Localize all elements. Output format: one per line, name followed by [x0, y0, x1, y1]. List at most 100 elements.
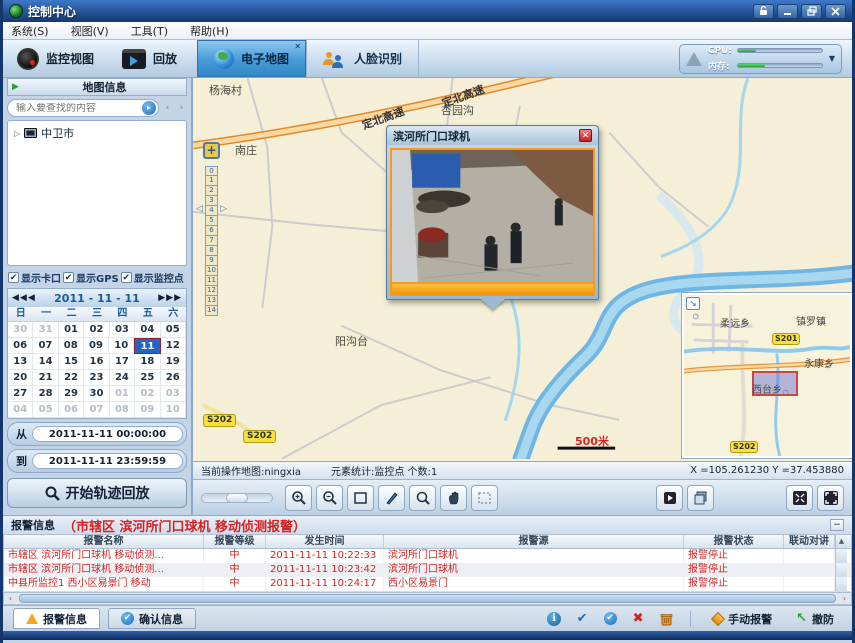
next-year-button[interactable]: ▶▶	[166, 293, 182, 303]
dashed-rect-button[interactable]	[471, 485, 498, 511]
layer-checkbox-0[interactable]: ✔显示卡口	[8, 270, 61, 285]
next-month-button[interactable]: ▶	[158, 293, 166, 303]
calendar-day[interactable]: 26	[161, 370, 186, 386]
chevron-down-icon[interactable]: ▼	[829, 54, 835, 63]
map-info-header[interactable]: ▶ 地图信息	[7, 78, 187, 96]
table-vscrollbar-track[interactable]	[835, 577, 847, 591]
fullscreen-button[interactable]	[817, 485, 844, 511]
overview-minimap[interactable]: ↘ 柔远乡镇罗镇永康乡西台乡S201S202	[682, 293, 852, 458]
calendar-day[interactable]: 29	[59, 386, 84, 402]
prev-month-button[interactable]: ◀	[28, 293, 36, 303]
zoom-area-button[interactable]	[409, 485, 436, 511]
minimize-button[interactable]	[777, 4, 798, 19]
from-datetime-input[interactable]	[32, 426, 183, 442]
tab-close-icon[interactable]: ✕	[294, 43, 301, 51]
collapse-arrow-icon[interactable]: ▶	[12, 82, 19, 92]
to-datetime-input[interactable]	[32, 453, 183, 469]
close-button[interactable]	[825, 4, 846, 19]
zoom-level-13[interactable]: 13	[205, 296, 218, 306]
map-canvas[interactable]: 杨海村定北高速定北高速杏园沟南庄阳沟台S202S202 + 0123456789…	[193, 78, 852, 462]
tab-confirm-info[interactable]: ✔ 确认信息	[108, 608, 196, 629]
zoom-level-ladder[interactable]: 01234567891011121314	[205, 166, 218, 316]
calendar-day[interactable]: 13	[8, 354, 33, 370]
popup-title-bar[interactable]: 滨河所门口球机 ✕	[387, 126, 598, 145]
zoom-level-9[interactable]: 9	[205, 256, 218, 266]
calendar-day[interactable]: 18	[135, 354, 160, 370]
menu-item-3[interactable]: 帮助(H)	[190, 23, 229, 39]
column-header-3[interactable]: 报警源	[384, 535, 684, 548]
calendar-day[interactable]: 25	[135, 370, 160, 386]
clear-all-button[interactable]	[656, 610, 676, 628]
calendar-day[interactable]: 24	[110, 370, 135, 386]
menu-item-2[interactable]: 工具(T)	[131, 23, 168, 39]
calendar-day[interactable]: 31	[33, 322, 58, 338]
calendar-day[interactable]: 04	[8, 402, 33, 418]
table-vscrollbar[interactable]: ▲	[835, 535, 847, 548]
menu-item-1[interactable]: 视图(V)	[71, 23, 109, 39]
calendar-day[interactable]: 06	[59, 402, 84, 418]
confirm-all-button[interactable]: ✔	[600, 610, 620, 628]
tree-item-city[interactable]: ▷ 中卫市	[14, 125, 180, 141]
alarm-table-hscrollbar[interactable]: ‹ ›	[3, 592, 852, 605]
layer-checkbox-1[interactable]: ✔显示GPS	[63, 270, 119, 285]
table-row[interactable]: 中县所监控1 西小区易景门 移动中2011-11-11 10:24:17西小区易…	[4, 577, 851, 591]
layers-button[interactable]	[687, 485, 714, 511]
rect-select-button[interactable]	[347, 485, 374, 511]
zoom-slider[interactable]	[201, 493, 273, 503]
alarm-panel-minimize-button[interactable]: −	[830, 519, 844, 531]
tab-electronic-map[interactable]: 电子地图✕	[197, 40, 306, 77]
calendar-day[interactable]: 04	[135, 322, 160, 338]
calendar-day[interactable]: 03	[161, 386, 186, 402]
search-go-icon[interactable]: ▸	[142, 101, 156, 115]
column-header-5[interactable]: 联动对讲	[784, 535, 835, 548]
play-layer-button[interactable]	[656, 485, 683, 511]
checkbox-icon[interactable]: ✔	[8, 272, 19, 283]
calendar-day[interactable]: 02	[135, 386, 160, 402]
zoom-level-1[interactable]: 1	[205, 176, 218, 186]
calendar-day[interactable]: 23	[84, 370, 109, 386]
calendar-day[interactable]: 08	[59, 338, 84, 354]
column-header-2[interactable]: 发生时间	[266, 535, 384, 548]
checkbox-icon[interactable]: ✔	[63, 272, 74, 283]
table-vscrollbar-track[interactable]	[835, 549, 847, 563]
calendar-day[interactable]: 22	[59, 370, 84, 386]
zoom-level-11[interactable]: 11	[205, 276, 218, 286]
calendar-day[interactable]: 07	[84, 402, 109, 418]
calendar-day[interactable]: 03	[110, 322, 135, 338]
calendar-day[interactable]: 08	[110, 402, 135, 418]
zoom-level-4[interactable]: 4	[205, 206, 218, 216]
calendar-day[interactable]: 10	[161, 402, 186, 418]
menu-item-0[interactable]: 系统(S)	[11, 23, 49, 39]
calendar-day[interactable]: 30	[8, 322, 33, 338]
search-prev-button[interactable]: ‹	[162, 101, 173, 115]
zoom-level-12[interactable]: 12	[205, 286, 218, 296]
column-header-0[interactable]: 报警名称	[4, 535, 204, 548]
zoom-slider-thumb[interactable]	[226, 493, 248, 503]
scroll-left-icon[interactable]: ‹	[4, 594, 17, 603]
calendar-day[interactable]: 28	[33, 386, 58, 402]
table-row[interactable]: 市辖区 滨河所门口球机 移动侦测...中2011-11-11 10:23:42滨…	[4, 563, 851, 577]
popup-control-bar[interactable]	[392, 282, 593, 294]
fit-view-button[interactable]	[786, 485, 813, 511]
calendar-day[interactable]: 05	[33, 402, 58, 418]
scroll-right-icon[interactable]: ›	[838, 594, 851, 603]
start-track-playback-button[interactable]: 开始轨迹回放	[7, 478, 187, 508]
popup-close-icon[interactable]: ✕	[579, 129, 592, 142]
calendar-day[interactable]: 30	[84, 386, 109, 402]
zoom-level-3[interactable]: 3	[205, 196, 218, 206]
checkbox-icon[interactable]: ✔	[121, 272, 132, 283]
tab-face-recognition[interactable]: 人脸识别	[306, 40, 419, 77]
monitor-view-button[interactable]: 监控视图	[3, 40, 108, 77]
calendar-day[interactable]: 02	[84, 322, 109, 338]
prev-year-button[interactable]: ◀◀	[12, 293, 28, 303]
confirm-alarm-button[interactable]: ✔	[572, 610, 592, 628]
calendar-day[interactable]: 10	[109, 338, 134, 354]
zoom-out-button[interactable]	[316, 485, 343, 511]
search-next-button[interactable]: ›	[176, 101, 187, 115]
zoom-level-14[interactable]: 14	[205, 306, 218, 316]
disarm-button[interactable]: ↖ 撤防	[788, 611, 842, 627]
column-header-4[interactable]: 报警状态	[684, 535, 784, 548]
calendar-day[interactable]: 20	[8, 370, 33, 386]
zoom-level-7[interactable]: 7	[205, 236, 218, 246]
table-row[interactable]: 市辖区 滨河所门口球机 移动侦测...中2011-11-11 10:22:33滨…	[4, 549, 851, 563]
